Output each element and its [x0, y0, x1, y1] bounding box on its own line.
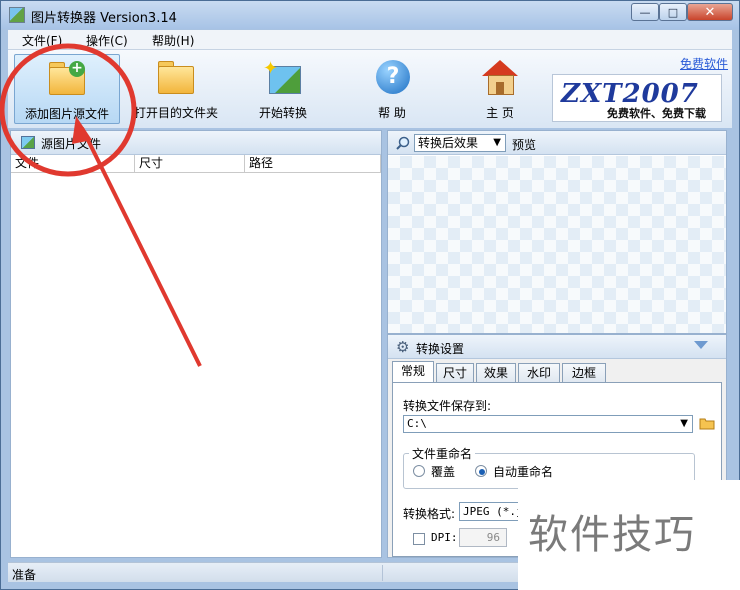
- close-icon: ✕: [704, 4, 716, 20]
- tab-effect[interactable]: 效果: [476, 363, 516, 383]
- open-folder-button[interactable]: 打开目的文件夹: [126, 54, 226, 124]
- settings-title: 转换设置: [416, 342, 465, 356]
- maximize-icon: □: [667, 5, 679, 19]
- preview-panel: 转换后效果 ▼ 预览: [387, 130, 727, 334]
- tab-watermark[interactable]: 水印: [518, 363, 560, 383]
- effect-select[interactable]: 转换后效果 ▼: [414, 134, 506, 152]
- radio-selected-dot: [479, 469, 485, 475]
- gear-icon: ⚙: [396, 338, 410, 356]
- minimize-icon: —: [639, 5, 651, 19]
- dropdown-arrow-icon: ▼: [680, 418, 688, 429]
- effect-select-value: 转换后效果: [418, 136, 479, 150]
- overwrite-label: 覆盖: [431, 465, 456, 479]
- save-to-label: 转换文件保存到:: [403, 399, 492, 413]
- window-title: 图片转换器 Version3.14: [31, 11, 177, 26]
- status-text: 准备: [12, 568, 37, 582]
- settings-header[interactable]: ⚙ 转换设置: [388, 335, 726, 359]
- dpi-input[interactable]: 96: [459, 528, 507, 547]
- source-images-panel: 源图片文件 文件 尺寸 路径: [10, 130, 382, 558]
- maximize-button[interactable]: □: [659, 3, 687, 21]
- column-file[interactable]: 文件: [11, 155, 135, 172]
- menu-bar: 文件(F) 操作(C) 帮助(H): [8, 30, 732, 50]
- free-software-link[interactable]: 免费软件: [680, 55, 728, 72]
- source-panel-header: 源图片文件: [11, 131, 381, 155]
- title-bar[interactable]: 图片转换器 Version3.14 — □ ✕: [1, 1, 739, 29]
- preview-header: 转换后效果 ▼ 预览: [388, 131, 726, 155]
- preview-label: 预览: [512, 138, 537, 152]
- start-convert-label: 开始转换: [258, 106, 307, 120]
- dropdown-arrow-icon: ▼: [493, 137, 501, 148]
- logo-subtitle: 免费软件、免费下载: [607, 107, 706, 120]
- menu-file[interactable]: 文件(F): [22, 32, 62, 49]
- menu-help[interactable]: 帮助(H): [152, 32, 194, 49]
- zxt-logo[interactable]: ZXT2007 免费软件、免费下载: [552, 74, 722, 122]
- folder-icon: [156, 60, 196, 96]
- home-label: 主 页: [486, 106, 514, 120]
- magnifier-icon: [396, 136, 410, 150]
- add-source-label: 添加图片源文件: [24, 107, 109, 121]
- tab-size[interactable]: 尺寸: [436, 363, 474, 383]
- radio-auto-rename[interactable]: [475, 465, 487, 477]
- add-folder-icon: +: [47, 61, 87, 97]
- home-button[interactable]: 主 页: [460, 54, 540, 124]
- column-path[interactable]: 路径: [245, 155, 381, 172]
- image-icon: [21, 136, 35, 149]
- source-panel-title: 源图片文件: [41, 137, 102, 151]
- watermark-text: 软件技巧: [528, 512, 696, 558]
- app-image-icon: [9, 7, 25, 23]
- start-convert-button[interactable]: ✦ 开始转换: [238, 54, 328, 124]
- column-size[interactable]: 尺寸: [135, 155, 245, 172]
- save-path-value: C:\: [407, 417, 427, 430]
- rename-group-label: 文件重命名: [409, 445, 476, 462]
- format-label: 转换格式:: [403, 507, 456, 521]
- file-list-header: 文件 尺寸 路径: [11, 155, 381, 173]
- open-folder-label: 打开目的文件夹: [133, 106, 218, 120]
- collapse-chevron-icon[interactable]: [694, 341, 708, 349]
- home-icon: [480, 60, 520, 96]
- add-source-button[interactable]: + 添加图片源文件: [14, 54, 120, 124]
- close-button[interactable]: ✕: [687, 3, 733, 21]
- help-button[interactable]: ? 帮 助: [352, 54, 432, 124]
- auto-rename-label: 自动重命名: [493, 465, 554, 479]
- save-path-combo[interactable]: C:\ ▼: [403, 415, 693, 433]
- menu-operate[interactable]: 操作(C): [86, 32, 128, 49]
- status-separator: [382, 565, 383, 581]
- help-label: 帮 助: [378, 106, 406, 120]
- file-list[interactable]: [11, 174, 381, 557]
- minimize-button[interactable]: —: [631, 3, 659, 21]
- dpi-label: DPI:: [431, 531, 458, 544]
- preview-canvas: [388, 156, 726, 333]
- tab-general[interactable]: 常规: [392, 361, 434, 383]
- radio-overwrite[interactable]: [413, 465, 425, 477]
- magic-wand-icon: ✦: [263, 58, 303, 96]
- help-icon: ?: [372, 60, 412, 96]
- browse-folder-icon[interactable]: [699, 416, 715, 430]
- dpi-checkbox[interactable]: [413, 533, 425, 545]
- tab-border[interactable]: 边框: [562, 363, 606, 383]
